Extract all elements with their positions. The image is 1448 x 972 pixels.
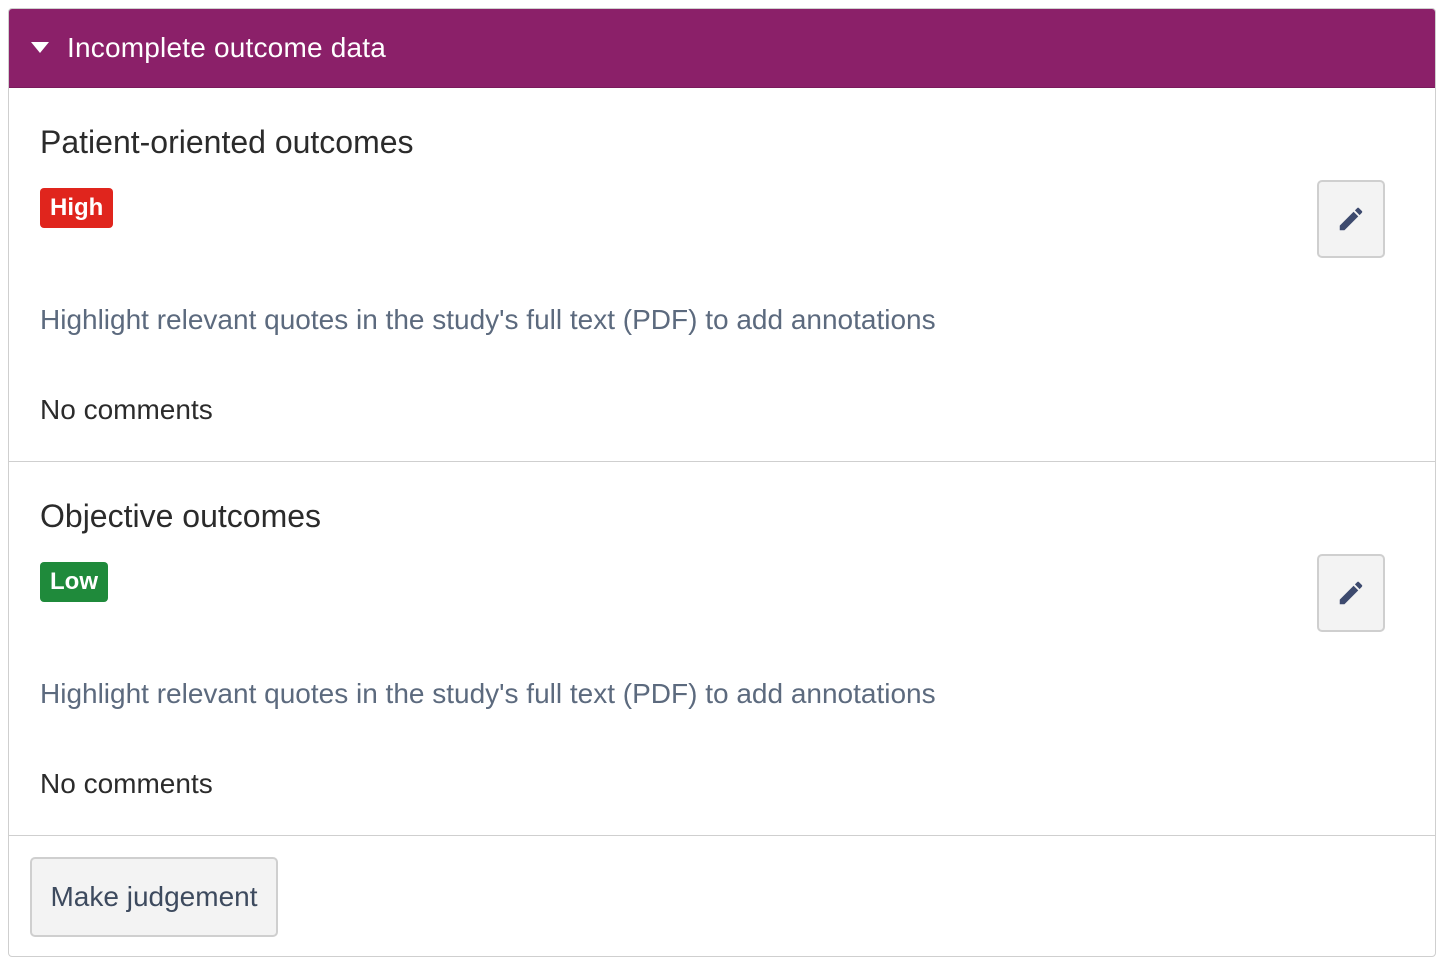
annotation-hint: Highlight relevant quotes in the study's… [40,304,936,335]
edit-button[interactable] [1317,180,1385,258]
section-objective-outcomes: Objective outcomes Low Highlight relevan… [9,462,1435,836]
panel-header[interactable]: Incomplete outcome data [9,9,1435,88]
judgement-badge-low: Low [40,562,108,602]
comments-text: No comments [40,394,213,425]
pencil-icon [1339,207,1363,231]
judgement-badge-high: High [40,188,114,228]
section-title: Patient-oriented outcomes [40,124,414,160]
edit-button[interactable] [1317,554,1385,632]
caret-down-icon [31,41,49,53]
panel-footer: Make judgement [9,836,1435,956]
risk-of-bias-panel: Incomplete outcome data Patient-oriented… [8,8,1436,957]
make-judgement-button[interactable]: Make judgement [30,857,278,937]
annotation-hint: Highlight relevant quotes in the study's… [40,678,936,709]
section-patient-oriented-outcomes: Patient-oriented outcomes High Highlight… [9,88,1435,462]
panel-title: Incomplete outcome data [67,32,387,63]
comments-text: No comments [40,768,213,799]
section-title: Objective outcomes [40,498,322,534]
pencil-icon [1339,581,1363,605]
